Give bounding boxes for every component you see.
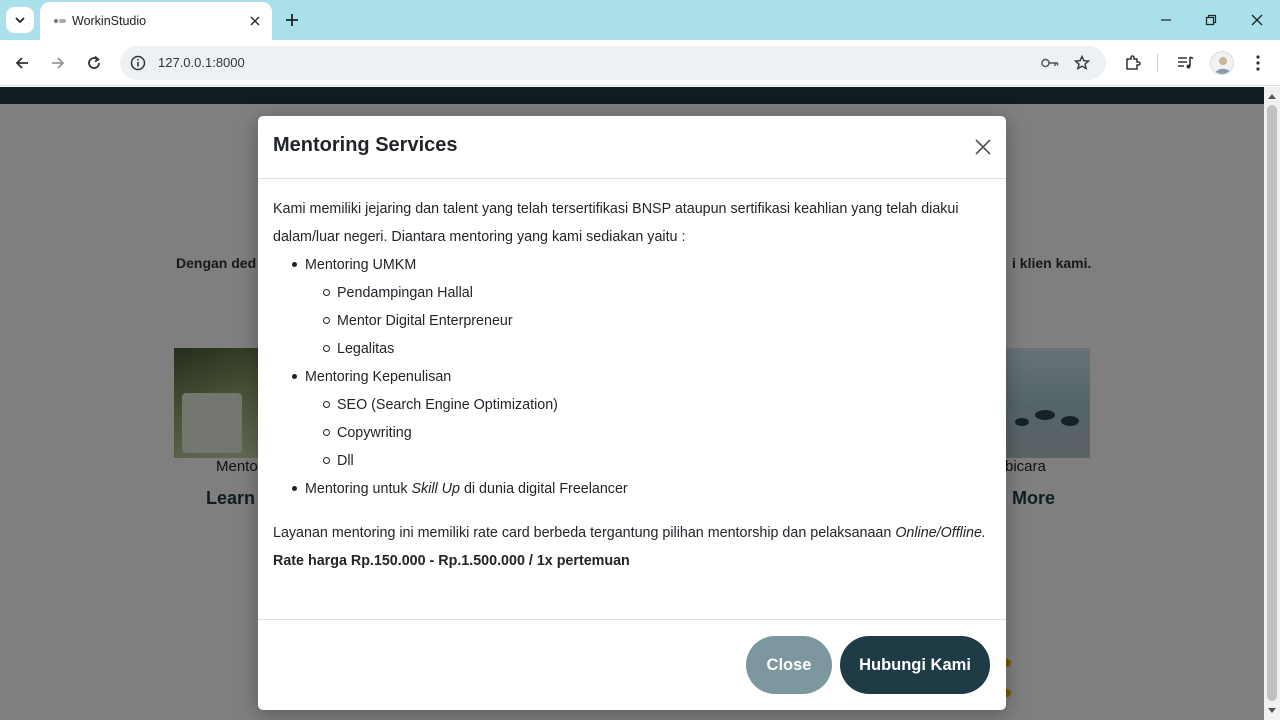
- plus-icon: [286, 14, 298, 26]
- arrow-right-icon: [52, 57, 65, 69]
- close-icon: [1251, 14, 1263, 26]
- rate-text: Rate harga Rp.150.000 - Rp.1.500.000 / 1…: [273, 553, 630, 569]
- page-scrollbar[interactable]: [1264, 87, 1280, 720]
- list-item-label: Mentoring UMKM: [305, 257, 417, 273]
- sub-list-item: Legalitas: [321, 335, 993, 363]
- modal-intro-text: Kami memiliki jejaring dan talent yang t…: [273, 201, 959, 245]
- toolbar-divider: [1157, 54, 1158, 72]
- browser-menu-button[interactable]: [1247, 52, 1269, 74]
- modal-body: Kami memiliki jejaring dan talent yang t…: [273, 195, 993, 575]
- list-item-emphasis: Skill Up: [411, 481, 460, 497]
- mentoring-list: Mentoring UMKM Pendampingan Hallal Mento…: [289, 251, 993, 503]
- list-item-suffix: di dunia digital Freelancer: [459, 481, 628, 497]
- modal-footer: Close Hubungi Kami: [258, 619, 1006, 710]
- restore-icon: [1205, 14, 1217, 26]
- paragraph-emphasis: Online/Offline.: [895, 525, 986, 541]
- scroll-up-arrow-icon[interactable]: [1268, 92, 1276, 100]
- sub-list: SEO (Search Engine Optimization) Copywri…: [321, 391, 993, 475]
- browser-toolbar: 127.0.0.1:8000: [0, 40, 1280, 86]
- more-vertical-icon: [1256, 55, 1260, 71]
- browser-tab-strip: WorkinStudio: [0, 0, 1280, 40]
- tab-title: WorkinStudio: [72, 14, 147, 28]
- modal-close-x-button[interactable]: [972, 136, 994, 158]
- browser-tab[interactable]: WorkinStudio: [40, 2, 272, 40]
- tab-close-button[interactable]: [246, 12, 264, 30]
- contact-us-button[interactable]: Hubungi Kami: [840, 636, 990, 694]
- sub-list-item: Copywriting: [321, 419, 993, 447]
- list-item: Mentoring Kepenulisan SEO (Search Engine…: [289, 363, 993, 475]
- list-item-label: Mentoring Kepenulisan: [305, 369, 452, 385]
- list-item-prefix: Mentoring untuk: [305, 481, 412, 497]
- url-text[interactable]: 127.0.0.1:8000: [158, 55, 245, 70]
- minimize-button[interactable]: [1156, 10, 1176, 30]
- sub-list-item: Pendampingan Hallal: [321, 279, 993, 307]
- back-button[interactable]: [11, 52, 33, 74]
- restore-button[interactable]: [1201, 10, 1221, 30]
- tab-search-button[interactable]: [6, 7, 34, 33]
- puzzle-icon: [1126, 55, 1141, 70]
- site-info-icon[interactable]: [128, 53, 148, 73]
- chevron-down-icon: [15, 17, 25, 24]
- media-control-button[interactable]: [1175, 52, 1197, 74]
- scrollbar-thumb[interactable]: [1267, 105, 1277, 701]
- scroll-down-arrow-icon[interactable]: [1268, 707, 1276, 715]
- minimize-icon: [1161, 19, 1171, 21]
- list-item: Mentoring untuk Skill Up di dunia digita…: [289, 475, 993, 503]
- address-bar[interactable]: 127.0.0.1:8000: [120, 46, 1106, 80]
- modal-title: Mentoring Services: [273, 134, 458, 156]
- paragraph-text: Layanan mentoring ini memiliki rate card…: [273, 525, 896, 541]
- modal-header: Mentoring Services: [258, 116, 1006, 179]
- media-queue-icon: [1178, 56, 1194, 69]
- close-button[interactable]: Close: [746, 636, 832, 694]
- extensions-button[interactable]: [1122, 52, 1144, 74]
- favicon-icon: [54, 19, 66, 23]
- password-key-icon[interactable]: [1040, 53, 1060, 73]
- reload-icon: [88, 55, 100, 69]
- close-icon: [250, 16, 260, 26]
- sub-list-item: Dll: [321, 447, 993, 475]
- window-close-button[interactable]: [1247, 10, 1267, 30]
- forward-button[interactable]: [47, 52, 69, 74]
- arrow-left-icon: [15, 57, 28, 69]
- bookmark-star-icon[interactable]: [1072, 53, 1092, 73]
- list-item: Mentoring UMKM Pendampingan Hallal Mento…: [289, 251, 993, 363]
- sub-list-item: SEO (Search Engine Optimization): [321, 391, 993, 419]
- sub-list: Pendampingan Hallal Mentor Digital Enter…: [321, 279, 993, 363]
- modal-paragraph: Layanan mentoring ini memiliki rate card…: [273, 519, 993, 547]
- close-icon: [975, 139, 991, 155]
- reload-button[interactable]: [83, 52, 105, 74]
- mentoring-modal: Mentoring Services Kami memiliki jejarin…: [258, 116, 1006, 710]
- new-tab-button[interactable]: [282, 10, 302, 30]
- profile-avatar[interactable]: [1210, 51, 1234, 75]
- sub-list-item: Mentor Digital Enterpreneur: [321, 307, 993, 335]
